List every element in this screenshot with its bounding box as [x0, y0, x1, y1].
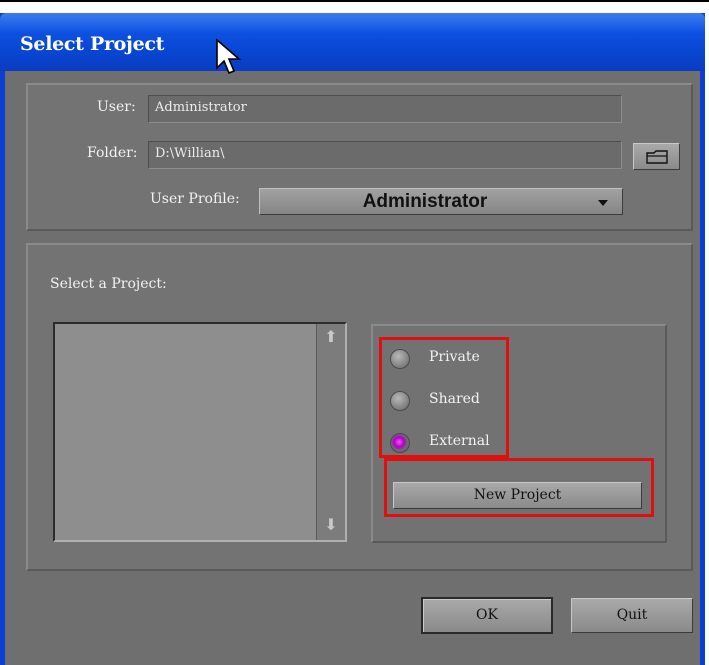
project-list-scrollbar[interactable]: ⬆ ⬇: [316, 324, 345, 540]
folder-icon: [645, 150, 668, 164]
shared-label: Shared: [429, 391, 480, 407]
top-border-line: [0, 0, 709, 2]
user-profile-dropdown[interactable]: Administrator: [259, 188, 623, 215]
folder-label: Folder:: [87, 145, 138, 161]
external-radio[interactable]: [390, 433, 410, 453]
dialog-title: Select Project: [20, 33, 165, 55]
arrow-up-icon[interactable]: ⬆: [319, 326, 343, 348]
user-field: Administrator: [148, 95, 622, 123]
user-profile-selected: Administrator: [362, 191, 488, 212]
ok-button[interactable]: OK: [421, 597, 553, 634]
quit-button[interactable]: Quit: [571, 598, 693, 633]
user-label: User:: [97, 99, 136, 115]
select-project-label: Select a Project:: [50, 276, 167, 292]
arrow-down-icon[interactable]: ⬇: [319, 514, 343, 536]
project-list[interactable]: [53, 322, 347, 542]
private-label: Private: [429, 349, 480, 365]
user-profile-label: User Profile:: [150, 191, 240, 207]
shared-radio[interactable]: [390, 391, 410, 411]
external-label: External: [429, 433, 490, 449]
private-radio[interactable]: [390, 349, 410, 369]
project-type-group: [371, 324, 667, 543]
mouse-pointer-icon: [216, 38, 242, 75]
folder-field[interactable]: D:\Willian\: [148, 141, 622, 169]
title-bar[interactable]: Select Project: [0, 13, 705, 71]
folder-browse-button[interactable]: [633, 143, 680, 170]
new-project-button[interactable]: New Project: [393, 482, 642, 509]
chevron-down-icon: [598, 200, 608, 206]
